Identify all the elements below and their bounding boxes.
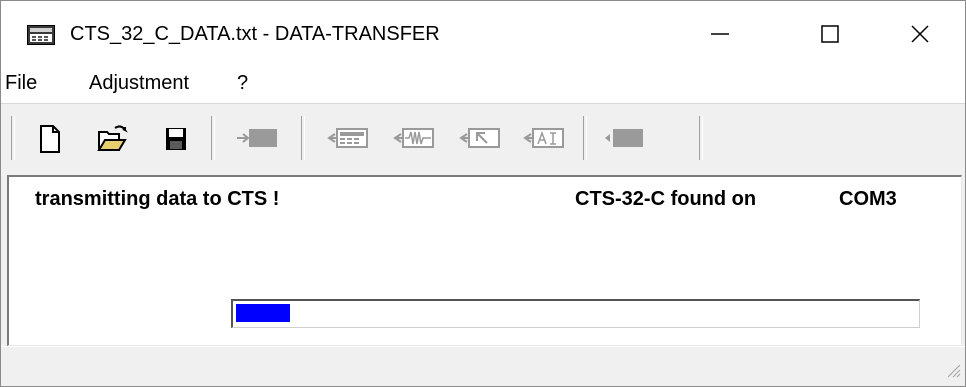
save-file-button[interactable]	[149, 114, 201, 162]
maximize-button[interactable]	[785, 1, 875, 63]
transfer-progress-bar	[231, 299, 920, 328]
close-button[interactable]	[875, 1, 965, 63]
floppy-save-icon	[166, 128, 186, 150]
send-to-device-button[interactable]	[231, 114, 283, 162]
open-folder-icon	[97, 125, 128, 151]
close-icon	[911, 25, 929, 43]
menu-help[interactable]: ?	[233, 69, 252, 97]
title-bar[interactable]: CTS_32_C_DATA.txt - DATA-TRANSFER	[1, 1, 965, 63]
toolbar-separator	[699, 116, 703, 160]
menu-adjustment[interactable]: Adjustment	[85, 69, 193, 97]
toolbar-grip	[11, 116, 15, 160]
main-window: CTS_32_C_DATA.txt - DATA-TRANSFER File A…	[0, 0, 966, 387]
receive-ai-button[interactable]	[515, 114, 567, 162]
minimize-icon	[711, 33, 729, 35]
toolbar-separator	[583, 116, 587, 160]
receive-cursor-button[interactable]	[451, 114, 503, 162]
menu-bar: File Adjustment ?	[1, 63, 965, 103]
receive-cursor-icon	[459, 128, 500, 148]
device-block-icon	[605, 129, 643, 147]
receive-waveform-button[interactable]	[385, 114, 437, 162]
open-file-button[interactable]	[85, 114, 137, 162]
device-block-button[interactable]	[597, 114, 649, 162]
maximize-icon	[821, 25, 839, 43]
toolbar	[1, 103, 965, 174]
resize-grip-icon[interactable]	[945, 362, 961, 383]
menu-file[interactable]: File	[1, 69, 41, 97]
status-bar	[1, 346, 965, 386]
device-found-label: CTS-32-C found on	[575, 188, 757, 210]
com-port-label: COM3	[839, 188, 897, 210]
toolbar-separator	[211, 116, 215, 160]
transfer-panel: transmitting data to CTS ! CTS-32-C foun…	[7, 175, 962, 346]
toolbar-separator	[301, 116, 305, 160]
transfer-status-message: transmitting data to CTS !	[35, 188, 280, 210]
receive-display-icon	[327, 128, 368, 148]
send-arrow-icon	[237, 129, 277, 147]
new-file-button[interactable]	[23, 114, 75, 162]
app-window-icon[interactable]	[27, 25, 55, 45]
window-title: CTS_32_C_DATA.txt - DATA-TRANSFER	[70, 23, 440, 45]
receive-ai-icon	[523, 128, 564, 148]
progress-fill	[236, 304, 290, 322]
receive-waveform-icon	[393, 128, 434, 148]
minimize-button[interactable]	[675, 1, 765, 63]
new-document-icon	[40, 125, 60, 153]
receive-display-button[interactable]	[319, 114, 371, 162]
